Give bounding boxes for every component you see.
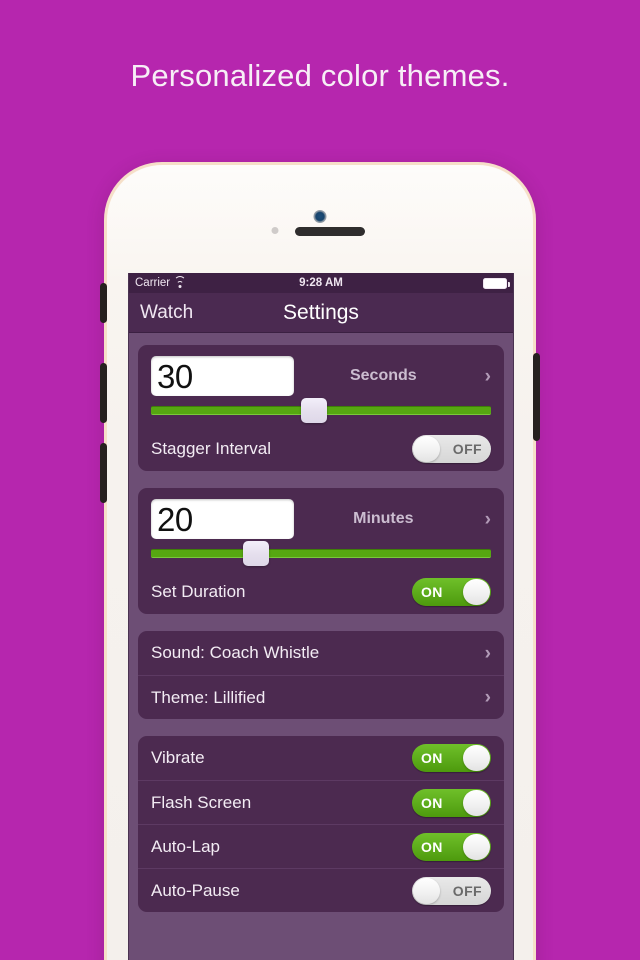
toggle-knob	[463, 745, 490, 771]
set-duration-label: Set Duration	[151, 582, 246, 601]
chevron-right-icon[interactable]: ›	[485, 644, 491, 663]
chevron-right-icon[interactable]: ›	[485, 367, 491, 386]
page-headline: Personalized color themes.	[130, 58, 510, 93]
seconds-stepper-row[interactable]: 30 Seconds ›	[138, 345, 504, 396]
silent-switch-button[interactable]	[100, 283, 107, 323]
set-duration-row[interactable]: Set Duration ON	[138, 570, 504, 614]
flash-screen-label: Flash Screen	[151, 792, 252, 812]
toggle-knob	[463, 579, 490, 605]
seconds-value: 30	[157, 357, 193, 395]
auto-pause-row[interactable]: Auto-Pause OFF	[138, 868, 504, 912]
volume-down-button[interactable]	[100, 443, 107, 503]
minutes-slider-track	[151, 549, 491, 558]
minutes-slider-row[interactable]	[138, 539, 504, 570]
toggle-knob	[463, 833, 490, 860]
navigation-bar: Watch Settings	[129, 293, 513, 333]
wifi-icon	[174, 276, 187, 288]
device-sheen	[107, 165, 533, 285]
auto-lap-row[interactable]: Auto-Lap ON	[138, 824, 504, 868]
carrier-label: Carrier	[135, 277, 171, 289]
chevron-right-icon[interactable]: ›	[485, 510, 491, 529]
chevron-right-icon[interactable]: ›	[485, 688, 491, 707]
earpiece-speaker	[295, 227, 365, 236]
minutes-slider-thumb[interactable]	[243, 541, 270, 566]
theme-label: Theme: Lillified	[151, 687, 266, 707]
stagger-interval-toggle[interactable]: OFF	[412, 435, 491, 463]
status-bar-right	[483, 277, 510, 289]
options-toggle-group: Vibrate ON Flash Screen ON Auto-Lap ON A…	[138, 736, 504, 912]
flash-screen-row[interactable]: Flash Screen ON	[138, 780, 504, 824]
seconds-slider[interactable]	[151, 398, 491, 423]
toggle-knob	[463, 789, 490, 816]
vibrate-toggle[interactable]: ON	[412, 744, 491, 772]
disclosure-group: Sound: Coach Whistle › Theme: Lillified …	[138, 631, 504, 719]
stagger-interval-label: Stagger Interval	[151, 439, 272, 458]
auto-pause-label: Auto-Pause	[151, 880, 240, 900]
minutes-unit-label: Minutes	[353, 510, 414, 527]
auto-lap-toggle-state: ON	[421, 838, 443, 855]
proximity-sensor-icon	[271, 227, 279, 234]
iphone-device-frame: Carrier 9:28 AM Watch Settings 30 Second…	[100, 162, 540, 960]
auto-pause-toggle-state: OFF	[452, 882, 482, 899]
vibrate-toggle-state: ON	[421, 750, 443, 766]
seconds-unit-label: Seconds	[349, 367, 417, 384]
seconds-slider-row[interactable]	[138, 396, 504, 427]
status-bar-clock: 9:28 AM	[299, 277, 343, 289]
seconds-slider-thumb[interactable]	[301, 398, 328, 423]
stagger-interval-row[interactable]: Stagger Interval OFF	[138, 427, 504, 471]
phone-screen: Carrier 9:28 AM Watch Settings 30 Second…	[128, 273, 514, 960]
minutes-value: 20	[157, 500, 193, 538]
auto-lap-label: Auto-Lap	[151, 836, 220, 856]
power-button[interactable]	[533, 353, 540, 441]
back-button[interactable]: Watch	[129, 302, 193, 324]
toggle-knob	[413, 436, 440, 462]
settings-list[interactable]: 30 Seconds › Stagger Interval OFF 20 Min…	[129, 333, 513, 960]
set-duration-toggle[interactable]: ON	[412, 578, 491, 606]
sound-row[interactable]: Sound: Coach Whistle ›	[138, 631, 504, 675]
status-bar: Carrier 9:28 AM	[129, 273, 513, 293]
status-bar-left: Carrier	[135, 276, 187, 289]
battery-icon	[483, 277, 510, 289]
theme-row[interactable]: Theme: Lillified ›	[138, 675, 504, 719]
vibrate-label: Vibrate	[151, 748, 205, 767]
toggle-knob	[413, 877, 440, 904]
vibrate-row[interactable]: Vibrate ON	[138, 736, 504, 780]
auto-lap-toggle[interactable]: ON	[412, 832, 491, 861]
volume-up-button[interactable]	[100, 363, 107, 423]
flash-screen-toggle-state: ON	[421, 794, 443, 811]
minutes-stepper-row[interactable]: 20 Minutes ›	[138, 488, 504, 539]
duration-group: 20 Minutes › Set Duration ON	[138, 488, 504, 614]
flash-screen-toggle[interactable]: ON	[412, 788, 491, 817]
minutes-value-input[interactable]: 20	[151, 499, 294, 539]
minutes-slider[interactable]	[151, 541, 491, 566]
front-camera-icon	[313, 210, 327, 223]
interval-group: 30 Seconds › Stagger Interval OFF	[138, 345, 504, 471]
seconds-value-input[interactable]: 30	[151, 356, 294, 396]
auto-pause-toggle[interactable]: OFF	[412, 876, 491, 905]
stagger-interval-toggle-state: OFF	[452, 441, 482, 457]
sound-label: Sound: Coach Whistle	[151, 643, 320, 662]
set-duration-toggle-state: ON	[421, 584, 443, 600]
